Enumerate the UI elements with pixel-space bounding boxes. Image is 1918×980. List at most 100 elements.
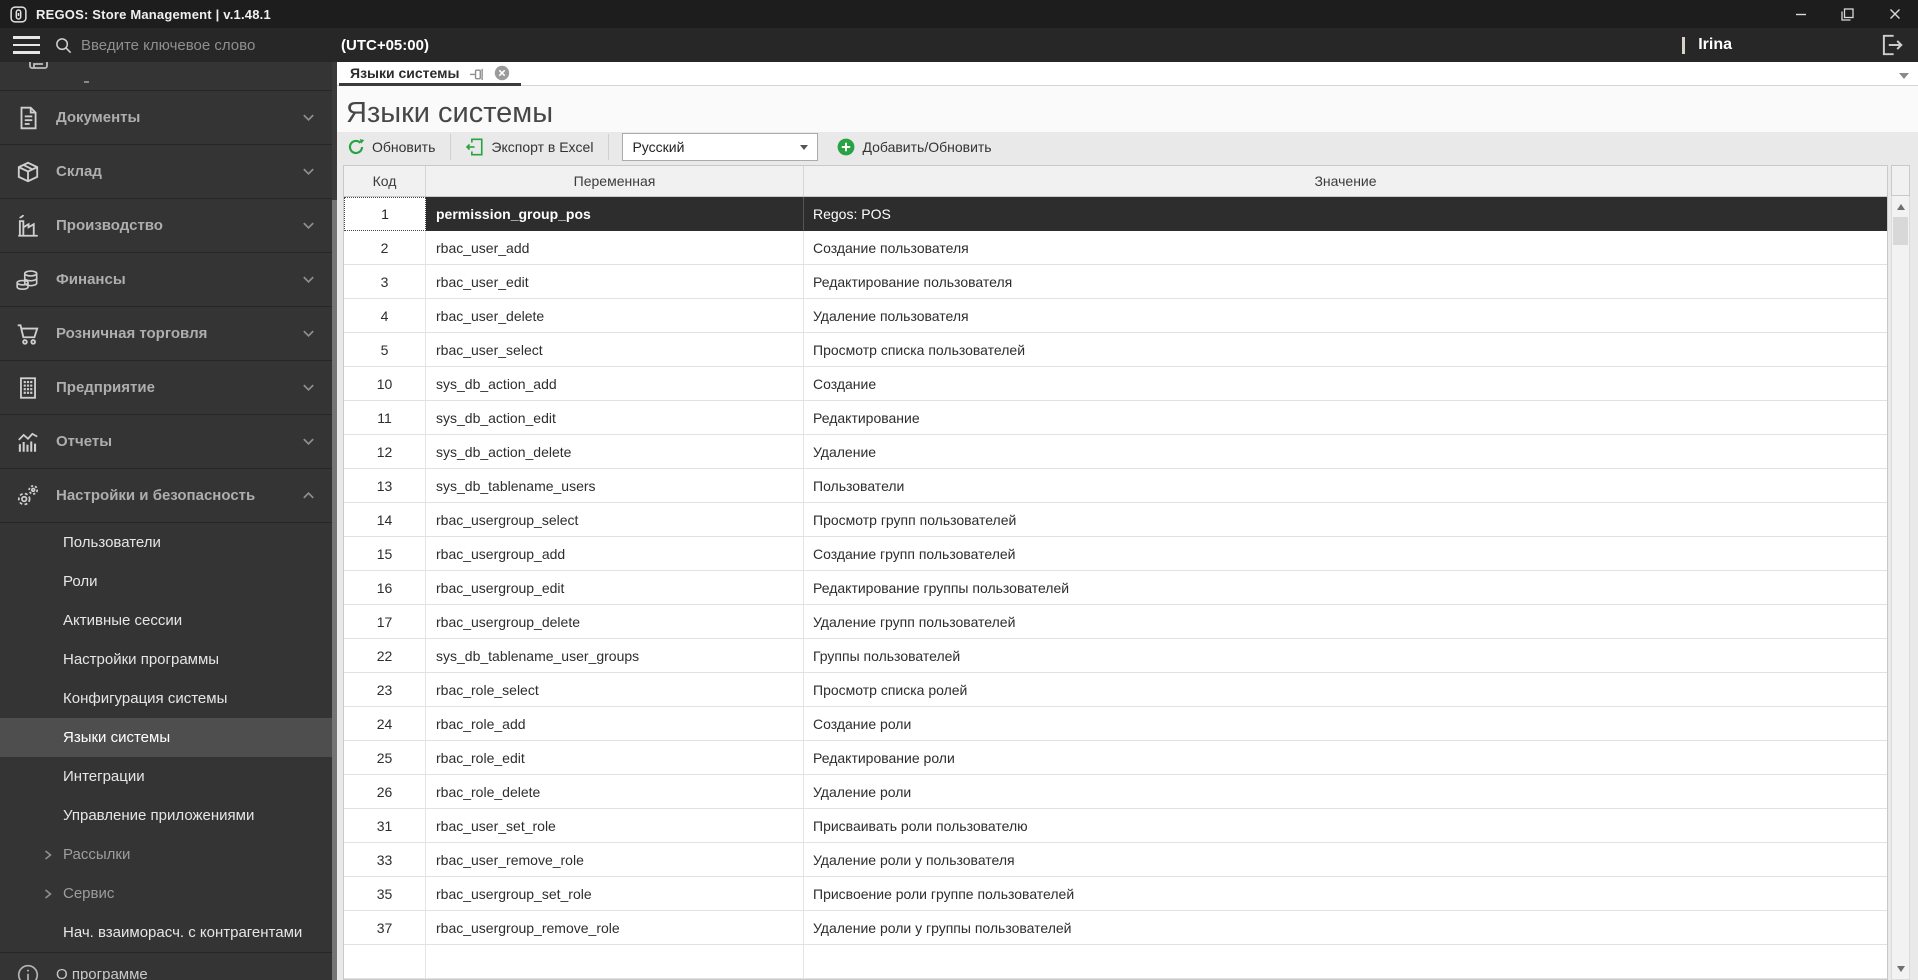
tab-list-chevron-icon[interactable] bbox=[1899, 73, 1909, 79]
tab-close-icon[interactable] bbox=[494, 65, 510, 81]
cell-value[interactable]: Создание роли bbox=[804, 707, 1887, 741]
cell-variable[interactable]: rbac_role_edit bbox=[426, 741, 804, 775]
cell-code[interactable]: 15 bbox=[344, 537, 426, 571]
sidebar-subitem[interactable]: Настройки программы bbox=[0, 640, 337, 679]
sidebar-subitem[interactable]: Языки системы bbox=[0, 718, 337, 757]
cell-variable[interactable]: rbac_role_add bbox=[426, 707, 804, 741]
cell-code[interactable]: 31 bbox=[344, 809, 426, 843]
sidebar-subitem[interactable]: Сервис bbox=[0, 874, 337, 913]
scroll-down-button[interactable] bbox=[1892, 959, 1909, 978]
table-row[interactable]: 37 rbac_usergroup_remove_role Удаление р… bbox=[344, 911, 1887, 945]
cell-code[interactable]: 23 bbox=[344, 673, 426, 707]
cell-variable[interactable]: rbac_usergroup_delete bbox=[426, 605, 804, 639]
cell-code[interactable]: 35 bbox=[344, 877, 426, 911]
column-header-value[interactable]: Значение bbox=[804, 166, 1887, 196]
cell-value[interactable]: Удаление роли у группы пользователей bbox=[804, 911, 1887, 945]
cell-code[interactable]: 3 bbox=[344, 265, 426, 299]
sidebar-subitem[interactable]: Конфигурация системы bbox=[0, 679, 337, 718]
cell-variable[interactable]: rbac_usergroup_edit bbox=[426, 571, 804, 605]
cell-variable[interactable]: sys_db_action_add bbox=[426, 367, 804, 401]
cell-variable[interactable]: sys_db_action_edit bbox=[426, 401, 804, 435]
cell-code[interactable]: 25 bbox=[344, 741, 426, 775]
table-row[interactable]: 23 rbac_role_select Просмотр списка роле… bbox=[344, 673, 1887, 707]
table-row[interactable]: 14 rbac_usergroup_select Просмотр групп … bbox=[344, 503, 1887, 537]
cell-code[interactable]: 13 bbox=[344, 469, 426, 503]
cell-variable[interactable]: rbac_user_delete bbox=[426, 299, 804, 333]
cell-code[interactable]: 12 bbox=[344, 435, 426, 469]
cell-code[interactable]: 11 bbox=[344, 401, 426, 435]
pin-icon[interactable] bbox=[469, 66, 484, 81]
cell-value[interactable] bbox=[804, 945, 1887, 979]
cell-variable[interactable]: rbac_user_select bbox=[426, 333, 804, 367]
cell-code[interactable]: 2 bbox=[344, 231, 426, 265]
table-row[interactable]: 33 rbac_user_remove_role Удаление роли у… bbox=[344, 843, 1887, 877]
table-row[interactable]: 22 sys_db_tablename_user_groups Группы п… bbox=[344, 639, 1887, 673]
sidebar-item[interactable]: Отчеты bbox=[0, 414, 337, 468]
language-dropdown[interactable]: Русский bbox=[622, 133, 819, 162]
cell-variable[interactable] bbox=[426, 945, 804, 979]
cell-value[interactable]: Создание пользователя bbox=[804, 231, 1887, 265]
scroll-up-button[interactable] bbox=[1892, 197, 1909, 216]
cell-value[interactable]: Создание групп пользователей bbox=[804, 537, 1887, 571]
sidebar-scrollbar-thumb[interactable] bbox=[332, 200, 337, 980]
cell-variable[interactable]: rbac_usergroup_select bbox=[426, 503, 804, 537]
cell-value[interactable]: Пользователи bbox=[804, 469, 1887, 503]
column-header-variable[interactable]: Переменная bbox=[426, 166, 804, 196]
sidebar-subitem[interactable]: Пользователи bbox=[0, 523, 337, 562]
minimize-button[interactable] bbox=[1777, 0, 1824, 28]
cell-value[interactable]: Редактирование группы пользователей bbox=[804, 571, 1887, 605]
table-row[interactable]: 5 rbac_user_select Просмотр списка польз… bbox=[344, 333, 1887, 367]
sidebar-item[interactable]: Склад bbox=[0, 144, 337, 198]
sidebar-item-about[interactable]: О программе bbox=[0, 952, 337, 980]
table-row[interactable]: 13 sys_db_tablename_users Пользователи bbox=[344, 469, 1887, 503]
cell-code[interactable]: 10 bbox=[344, 367, 426, 401]
cell-code[interactable]: 24 bbox=[344, 707, 426, 741]
cell-variable[interactable]: rbac_usergroup_set_role bbox=[426, 877, 804, 911]
cell-code[interactable]: 1 bbox=[344, 197, 426, 231]
table-row[interactable]: 15 rbac_usergroup_add Создание групп пол… bbox=[344, 537, 1887, 571]
cell-code[interactable]: 5 bbox=[344, 333, 426, 367]
cell-value[interactable]: Редактирование bbox=[804, 401, 1887, 435]
sidebar-item-partial[interactable] bbox=[0, 62, 337, 90]
table-row[interactable]: 16 rbac_usergroup_edit Редактирование гр… bbox=[344, 571, 1887, 605]
cell-value[interactable]: Просмотр списка ролей bbox=[804, 673, 1887, 707]
table-row[interactable]: 3 rbac_user_edit Редактирование пользова… bbox=[344, 265, 1887, 299]
cell-value[interactable]: Удаление bbox=[804, 435, 1887, 469]
cell-code[interactable]: 17 bbox=[344, 605, 426, 639]
sidebar-item[interactable]: Предприятие bbox=[0, 360, 337, 414]
sidebar-subitem[interactable]: Рассылки bbox=[0, 835, 337, 874]
cell-variable[interactable]: sys_db_tablename_user_groups bbox=[426, 639, 804, 673]
cell-value[interactable]: Просмотр групп пользователей bbox=[804, 503, 1887, 537]
cell-value[interactable]: Удаление роли bbox=[804, 775, 1887, 809]
table-scrollbar[interactable] bbox=[1891, 196, 1910, 980]
sidebar-subitem[interactable]: Управление приложениями bbox=[0, 796, 337, 835]
table-row[interactable]: 24 rbac_role_add Создание роли bbox=[344, 707, 1887, 741]
sidebar-subitem[interactable]: Роли bbox=[0, 562, 337, 601]
cell-code[interactable]: 4 bbox=[344, 299, 426, 333]
cell-value[interactable]: Создание bbox=[804, 367, 1887, 401]
cell-value[interactable]: Редактирование пользователя bbox=[804, 265, 1887, 299]
table-row[interactable]: 10 sys_db_action_add Создание bbox=[344, 367, 1887, 401]
cell-variable[interactable]: rbac_user_edit bbox=[426, 265, 804, 299]
table-row[interactable]: 2 rbac_user_add Создание пользователя bbox=[344, 231, 1887, 265]
sidebar-item[interactable]: Производство bbox=[0, 198, 337, 252]
cell-variable[interactable]: sys_db_action_delete bbox=[426, 435, 804, 469]
sidebar-subitem[interactable]: Интеграции bbox=[0, 757, 337, 796]
cell-variable[interactable]: rbac_role_delete bbox=[426, 775, 804, 809]
table-row[interactable]: 12 sys_db_action_delete Удаление bbox=[344, 435, 1887, 469]
table-row[interactable]: 25 rbac_role_edit Редактирование роли bbox=[344, 741, 1887, 775]
cell-variable[interactable]: rbac_role_select bbox=[426, 673, 804, 707]
cell-code[interactable]: 22 bbox=[344, 639, 426, 673]
export-excel-button[interactable]: Экспорт в Excel bbox=[464, 134, 595, 160]
cell-variable[interactable]: rbac_user_set_role bbox=[426, 809, 804, 843]
cell-value[interactable]: Regos: POS bbox=[804, 197, 1887, 231]
sidebar-subitem[interactable]: Активные сессии bbox=[0, 601, 337, 640]
cell-code[interactable]: 33 bbox=[344, 843, 426, 877]
sidebar-item[interactable]: Розничная торговля bbox=[0, 306, 337, 360]
menu-toggle-icon[interactable] bbox=[13, 36, 40, 54]
table-row[interactable]: 17 rbac_usergroup_delete Удаление групп … bbox=[344, 605, 1887, 639]
scrollbar-thumb[interactable] bbox=[1893, 217, 1908, 245]
cell-variable[interactable]: rbac_user_remove_role bbox=[426, 843, 804, 877]
cell-code[interactable]: 26 bbox=[344, 775, 426, 809]
cell-code[interactable] bbox=[344, 945, 426, 979]
